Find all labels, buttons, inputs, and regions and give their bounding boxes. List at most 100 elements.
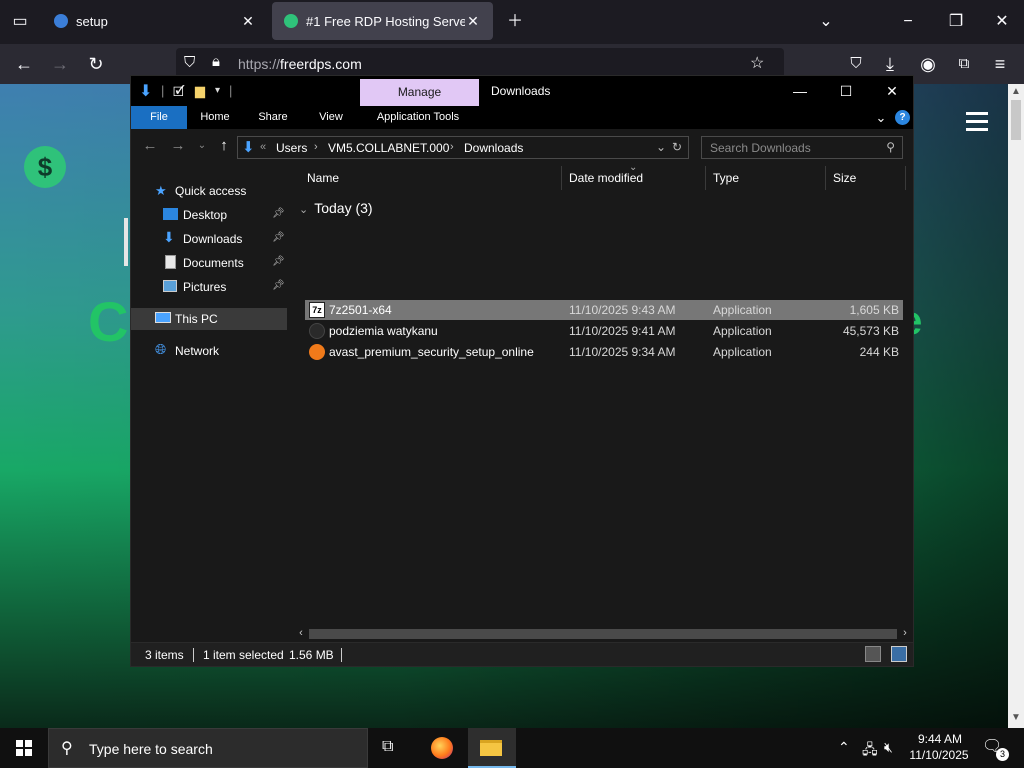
maximize-icon[interactable]: ☐ <box>823 76 869 106</box>
column-divider[interactable] <box>705 166 706 190</box>
ribbon-tab-share[interactable]: Share <box>251 106 295 129</box>
chevron-down-icon[interactable]: ⌄ <box>808 0 844 44</box>
breadcrumb-users[interactable]: Users <box>276 141 307 155</box>
customize-qat-icon[interactable]: ▾ <box>215 85 220 96</box>
scroll-right-icon[interactable]: › <box>897 627 913 639</box>
column-divider[interactable] <box>905 166 906 190</box>
pin-icon[interactable]: 📌︎ <box>272 208 285 219</box>
column-header-size[interactable]: Size <box>833 171 856 185</box>
ribbon-tab-application-tools[interactable]: Application Tools <box>365 106 471 129</box>
nav-pictures[interactable]: Pictures 📌︎ <box>131 276 287 298</box>
expand-ribbon-icon[interactable]: ⌄ <box>873 106 889 129</box>
scroll-thumb[interactable] <box>309 629 897 639</box>
nav-downloads[interactable]: ⬇ Downloads 📌︎ <box>131 228 287 250</box>
clock-time[interactable]: 9:44 AM <box>912 732 968 746</box>
scroll-left-icon[interactable]: ‹ <box>293 627 309 639</box>
scroll-down-icon[interactable]: ▼ <box>1008 712 1024 723</box>
close-window-icon[interactable]: ✕ <box>869 76 915 106</box>
lock-icon[interactable]: 🔒︎ <box>212 53 220 70</box>
new-tab-icon[interactable]: ＋ <box>497 0 533 44</box>
ribbon-tab-view[interactable]: View <box>309 106 353 129</box>
action-center-button[interactable]: 🗨︎ 3 <box>980 736 1009 761</box>
refresh-icon[interactable]: ↻ <box>672 140 682 154</box>
pin-icon[interactable]: 📌︎ <box>272 232 285 243</box>
column-header-name[interactable]: Name <box>307 171 339 185</box>
large-icons-view-icon[interactable] <box>891 646 907 662</box>
ribbon-tab-home[interactable]: Home <box>193 106 237 129</box>
nav-documents[interactable]: Documents 📌︎ <box>131 252 287 274</box>
group-header-today[interactable]: ⌄ Today (3) <box>299 200 373 216</box>
address-dropdown-icon[interactable]: ⌄ <box>656 140 666 154</box>
page-scrollbar[interactable]: ▲ ▼ <box>1008 84 1024 728</box>
account-icon[interactable]: ◉ <box>912 44 944 84</box>
search-icon: ⚲ <box>61 740 73 757</box>
file-type: Application <box>713 303 772 317</box>
scroll-thumb[interactable] <box>1011 100 1021 140</box>
file-row-avast[interactable]: avast_premium_security_setup_online 11/1… <box>305 342 903 362</box>
list-all-tabs-icon[interactable]: ▭ <box>2 0 38 44</box>
show-hidden-icons-icon[interactable]: ⌃ <box>838 739 850 756</box>
clock-date[interactable]: 11/10/2025 <box>906 748 972 762</box>
new-folder-icon[interactable]: ▆ <box>195 83 205 99</box>
column-divider[interactable] <box>561 166 562 190</box>
forward-icon[interactable]: → <box>167 137 189 154</box>
taskbar-firefox[interactable] <box>418 728 466 768</box>
column-header-date[interactable]: Date modified <box>569 171 643 185</box>
properties-icon[interactable]: 🗹 <box>173 83 185 105</box>
recent-locations-icon[interactable]: ⌄ <box>191 140 213 151</box>
close-window-icon[interactable]: ✕ <box>984 0 1020 44</box>
horizontal-scrollbar[interactable]: ‹ › <box>293 626 913 642</box>
breadcrumb-overflow[interactable]: « <box>260 141 266 153</box>
nav-desktop[interactable]: Desktop 📌︎ <box>131 204 287 226</box>
nav-network[interactable]: 🌐︎ Network <box>131 340 287 362</box>
site-logo-icon[interactable]: $ <box>24 146 66 188</box>
pin-icon[interactable]: 📌︎ <box>272 256 285 267</box>
minimize-icon[interactable]: — <box>777 76 823 106</box>
tab-title: setup <box>76 13 108 29</box>
close-tab-icon[interactable]: ✕ <box>465 13 481 30</box>
bookmark-star-icon[interactable]: ☆ <box>750 53 764 73</box>
breadcrumb-separator[interactable]: › <box>450 141 454 153</box>
network-status-icon[interactable]: 🖧︎ <box>862 739 878 763</box>
close-tab-icon[interactable]: ✕ <box>240 13 256 30</box>
search-input[interactable]: Search Downloads ⚲ <box>701 136 903 159</box>
url-text[interactable]: https://freerdps.com <box>238 56 362 72</box>
ribbon-tab-file[interactable]: File <box>131 106 187 129</box>
breadcrumb-vm5[interactable]: VM5.COLLABNET.000 <box>328 141 449 155</box>
details-view-icon[interactable] <box>865 646 881 662</box>
setup-favicon-icon <box>54 14 68 28</box>
menu-icon[interactable]: ≡ <box>984 44 1016 84</box>
manage-contextual-tab[interactable]: Manage <box>360 79 479 106</box>
tab-freerdp[interactable]: #1 Free RDP Hosting Server | N ✕ <box>272 2 493 40</box>
minimize-icon[interactable]: − <box>890 0 926 44</box>
up-folder-icon[interactable]: ↑ <box>213 137 235 154</box>
reload-icon[interactable]: ↻ <box>80 44 112 84</box>
task-view-button[interactable]: ⧉ <box>368 728 416 768</box>
nav-quick-access[interactable]: ★ Quick access <box>131 180 287 202</box>
taskbar-file-explorer[interactable] <box>468 728 516 768</box>
help-icon[interactable]: ? <box>895 110 910 125</box>
forward-icon[interactable]: → <box>44 44 76 84</box>
taskbar-search-input[interactable]: ⚲ Type here to search <box>48 728 368 768</box>
tracking-shield-icon[interactable]: ⛉ <box>184 54 195 71</box>
column-header-type[interactable]: Type <box>713 171 739 185</box>
column-divider[interactable] <box>825 166 826 190</box>
address-bar[interactable]: ⬇ « Users › VM5.COLLABNET.000 › Download… <box>237 136 689 159</box>
hamburger-menu-icon[interactable] <box>966 112 988 136</box>
start-button[interactable] <box>0 728 48 768</box>
scroll-up-icon[interactable]: ▲ <box>1008 86 1024 97</box>
tab-setup[interactable]: setup ✕ <box>42 2 268 40</box>
file-row-7z[interactable]: 7z 7z2501-x64 11/10/2025 9:43 AM Applica… <box>305 300 903 320</box>
nav-this-pc[interactable]: This PC <box>131 308 287 330</box>
restore-icon[interactable]: ❐ <box>938 0 974 44</box>
downloads-location-icon: ⬇ <box>242 139 255 156</box>
volume-muted-icon[interactable]: 🔇︎ <box>884 739 893 756</box>
star-icon: ★ <box>155 183 167 198</box>
pin-icon[interactable]: 📌︎ <box>272 280 285 291</box>
extensions-icon[interactable]: ⧉ <box>948 44 980 84</box>
back-icon[interactable]: ← <box>139 137 161 154</box>
file-row-podziemia[interactable]: podziemia watykanu 11/10/2025 9:41 AM Ap… <box>305 321 903 341</box>
back-icon[interactable]: ← <box>8 44 40 84</box>
breadcrumb-separator[interactable]: › <box>314 141 318 153</box>
breadcrumb-downloads[interactable]: Downloads <box>464 141 523 155</box>
